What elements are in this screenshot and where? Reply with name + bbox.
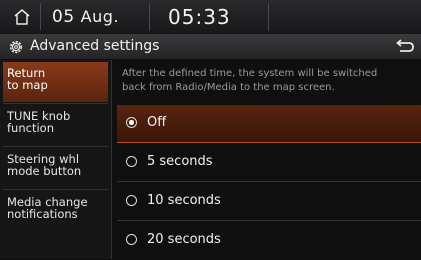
page-title: Advanced settings	[30, 38, 160, 54]
option-label: 10 seconds	[147, 193, 221, 208]
radio-icon	[126, 234, 137, 245]
divider	[149, 3, 150, 31]
divider	[268, 3, 269, 31]
description-line: After the defined time, the system will …	[122, 68, 378, 79]
sidebar-item-steering-wheel[interactable]: Steering whl mode button	[3, 148, 108, 188]
option-label: Off	[147, 115, 167, 130]
home-button[interactable]	[4, 3, 41, 30]
divider	[3, 103, 108, 104]
home-icon	[14, 8, 30, 25]
divider	[3, 189, 108, 190]
sidebar-item-tune-knob[interactable]: TUNE knob function	[3, 105, 108, 145]
clock: 05:33	[168, 5, 231, 29]
status-bar: 05 Aug. 05:33	[0, 0, 421, 35]
option-label: 5 seconds	[147, 154, 213, 169]
sidebar: Return to map TUNE knob function Steerin…	[0, 60, 112, 259]
radio-icon	[126, 156, 137, 167]
description-line: back from Radio/Media to the map screen.	[122, 82, 335, 93]
radio-selected-icon	[126, 117, 137, 128]
sidebar-item-label: to map	[7, 78, 48, 92]
date-display: 05 Aug.	[52, 7, 119, 27]
sidebar-item-media-change[interactable]: Media change notifications	[3, 191, 108, 231]
setting-description: After the defined time, the system will …	[122, 67, 418, 95]
divider	[3, 146, 108, 147]
date-day: 05	[52, 7, 75, 27]
sidebar-item-label: mode button	[7, 164, 82, 178]
sidebar-item-label: notifications	[7, 207, 78, 221]
gear-icon	[9, 40, 23, 54]
back-arrow-icon[interactable]	[392, 38, 416, 56]
option-20-seconds[interactable]: 20 seconds	[117, 222, 421, 260]
option-10-seconds[interactable]: 10 seconds	[117, 183, 421, 221]
option-off[interactable]: Off	[117, 105, 421, 143]
option-label: 20 seconds	[147, 232, 221, 247]
radio-icon	[126, 195, 137, 206]
option-5-seconds[interactable]: 5 seconds	[117, 144, 421, 182]
page-header: Advanced settings	[0, 35, 421, 59]
sidebar-item-return-to-map[interactable]: Return to map	[3, 62, 108, 102]
sidebar-item-label: function	[7, 121, 54, 135]
date-month: Aug.	[80, 7, 119, 26]
